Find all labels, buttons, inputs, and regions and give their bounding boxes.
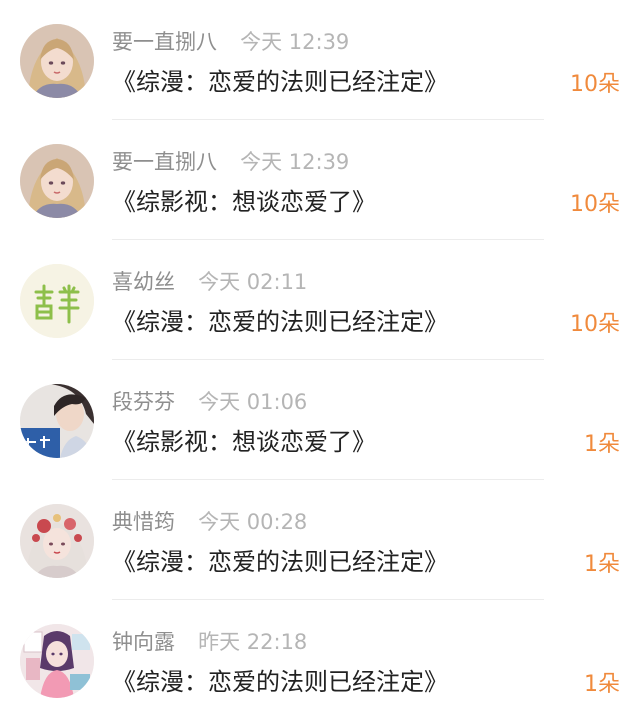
item-meta: 典惜筠 今天 00:28 xyxy=(112,506,307,536)
gift-list: 要一直捌八 今天 12:39 《综漫：恋爱的法则已经注定》 10朵 要一直捌八 … xyxy=(0,0,640,709)
list-item[interactable]: 钟向露 昨天 22:18 《综漫：恋爱的法则已经注定》 1朵 xyxy=(0,600,640,720)
book-title[interactable]: 《综漫：恋爱的法则已经注定》 xyxy=(112,542,448,577)
item-meta: 喜幼丝 今天 02:11 xyxy=(112,266,307,296)
avatar-green-glyph-icon[interactable] xyxy=(20,264,94,338)
username[interactable]: 喜幼丝 xyxy=(112,270,175,294)
gift-count: 10朵 xyxy=(570,192,620,217)
item-meta: 钟向露 昨天 22:18 xyxy=(112,626,307,656)
gift-count: 10朵 xyxy=(570,72,620,97)
book-title[interactable]: 《综影视：想谈恋爱了》 xyxy=(112,422,376,457)
username[interactable]: 钟向露 xyxy=(112,630,175,654)
book-title[interactable]: 《综漫：恋爱的法则已经注定》 xyxy=(112,662,448,697)
timestamp: 今天 02:11 xyxy=(198,270,308,294)
item-meta: 要一直捌八 今天 12:39 xyxy=(112,26,349,56)
item-meta: 要一直捌八 今天 12:39 xyxy=(112,146,349,176)
timestamp: 今天 00:28 xyxy=(198,510,308,534)
book-title[interactable]: 《综影视：想谈恋爱了》 xyxy=(112,182,376,217)
list-item[interactable]: 典惜筠 今天 00:28 《综漫：恋爱的法则已经注定》 1朵 xyxy=(0,480,640,600)
username[interactable]: 典惜筠 xyxy=(112,510,175,534)
username[interactable]: 要一直捌八 xyxy=(112,150,217,174)
book-title[interactable]: 《综漫：恋爱的法则已经注定》 xyxy=(112,62,448,97)
list-item[interactable]: 要一直捌八 今天 12:39 《综影视：想谈恋爱了》 10朵 xyxy=(0,120,640,240)
gift-count: 1朵 xyxy=(584,672,620,697)
avatar-girl-blonde-icon[interactable] xyxy=(20,24,94,98)
username[interactable]: 段芬芬 xyxy=(112,390,175,414)
avatar-girl-blonde-icon[interactable] xyxy=(20,144,94,218)
gift-count: 10朵 xyxy=(570,312,620,337)
gift-count: 1朵 xyxy=(584,552,620,577)
username[interactable]: 要一直捌八 xyxy=(112,30,217,54)
timestamp: 昨天 22:18 xyxy=(198,630,308,654)
list-item[interactable]: 要一直捌八 今天 12:39 《综漫：恋爱的法则已经注定》 10朵 xyxy=(0,0,640,120)
timestamp: 今天 12:39 xyxy=(240,30,350,54)
list-item[interactable]: 喜幼丝 今天 02:11 《综漫：恋爱的法则已经注定》 10朵 xyxy=(0,240,640,360)
gift-count: 1朵 xyxy=(584,432,620,457)
list-item[interactable]: 段芬芬 今天 01:06 《综影视：想谈恋爱了》 1朵 xyxy=(0,360,640,480)
avatar-portrait-icon[interactable] xyxy=(20,384,94,458)
avatar-anime-room-icon[interactable] xyxy=(20,624,94,698)
timestamp: 今天 12:39 xyxy=(240,150,350,174)
timestamp: 今天 01:06 xyxy=(198,390,308,414)
item-meta: 段芬芬 今天 01:06 xyxy=(112,386,307,416)
book-title[interactable]: 《综漫：恋爱的法则已经注定》 xyxy=(112,302,448,337)
avatar-flower-girl-icon[interactable] xyxy=(20,504,94,578)
